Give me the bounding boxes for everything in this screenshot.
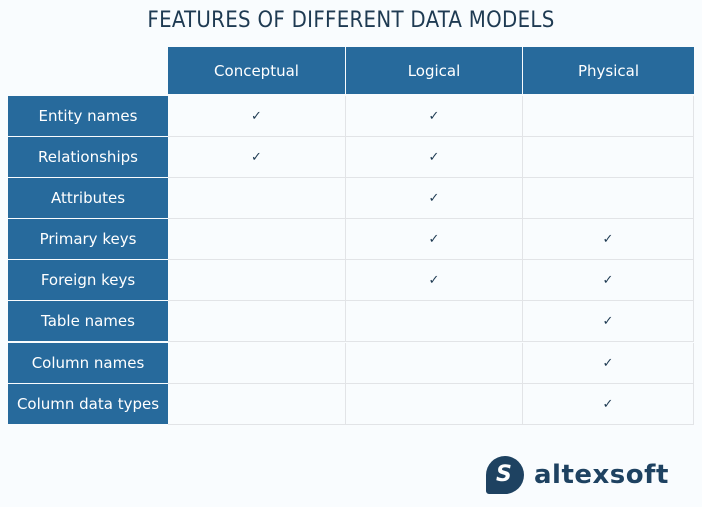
table-cell [168, 343, 346, 384]
table-cell: ✓ [346, 178, 523, 219]
table-cell [523, 137, 694, 178]
check-icon: ✓ [602, 396, 614, 412]
table-cell: ✓ [523, 219, 694, 260]
row-label: Relationships [8, 137, 168, 177]
check-icon: ✓ [602, 231, 614, 247]
row-label: Column data types [8, 384, 168, 424]
check-icon: ✓ [428, 149, 440, 165]
check-icon: ✓ [602, 272, 614, 288]
column-header-logical: Logical [346, 47, 522, 94]
row-label: Foreign keys [8, 260, 168, 300]
table-cell [346, 301, 523, 342]
column-header-conceptual: Conceptual [168, 47, 345, 94]
check-icon: ✓ [428, 272, 440, 288]
table-cell: ✓ [346, 96, 523, 137]
logo-mark-icon: S [486, 456, 524, 494]
column-header-physical: Physical [523, 47, 694, 94]
check-icon: ✓ [428, 231, 440, 247]
table-cell [168, 384, 346, 425]
table-cell [523, 178, 694, 219]
row-label: Attributes [8, 178, 168, 218]
table-cell [346, 384, 523, 425]
table-cell [168, 219, 346, 260]
row-label: Primary keys [8, 219, 168, 259]
table-cell: ✓ [346, 137, 523, 178]
row-label: Column names [8, 343, 168, 383]
table-cell: ✓ [523, 260, 694, 301]
page-title: FEATURES OF DIFFERENT DATA MODELS [147, 8, 555, 33]
check-icon: ✓ [428, 190, 440, 206]
table-cell: ✓ [523, 343, 694, 384]
table-cell: ✓ [523, 384, 694, 425]
table-cell: ✓ [168, 137, 346, 178]
table-cell [168, 301, 346, 342]
row-label: Entity names [8, 96, 168, 136]
check-icon: ✓ [251, 108, 262, 124]
logo-text: altexsoft [534, 460, 669, 490]
table-cell [523, 96, 694, 137]
table-cell: ✓ [346, 260, 523, 301]
table-cell [168, 178, 346, 219]
altexsoft-logo: S altexsoft [486, 456, 669, 494]
table-cell: ✓ [168, 96, 346, 137]
check-icon: ✓ [428, 108, 440, 124]
row-label: Table names [8, 301, 168, 341]
check-icon: ✓ [602, 313, 614, 329]
check-icon: ✓ [602, 355, 614, 371]
table-cell: ✓ [523, 301, 694, 342]
check-icon: ✓ [251, 149, 262, 165]
table-cell [346, 343, 523, 384]
table-cell [168, 260, 346, 301]
table-cell: ✓ [346, 219, 523, 260]
